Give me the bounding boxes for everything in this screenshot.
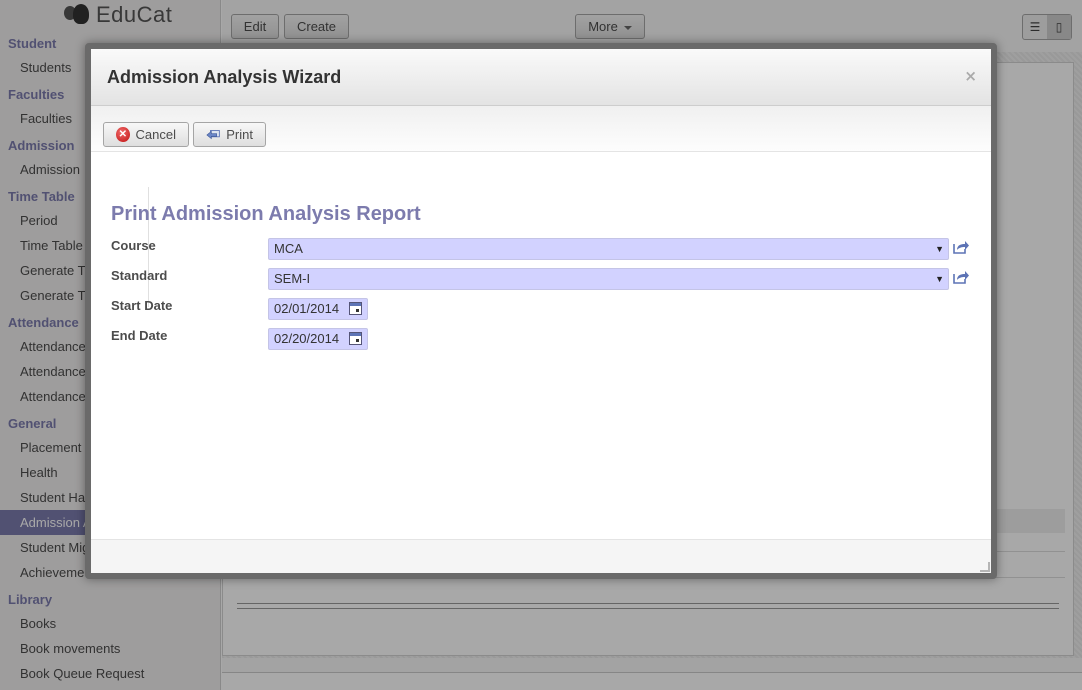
form-title: Print Admission Analysis Report [111, 203, 421, 225]
field-row-start-date: Start Date 02/01/2014 [111, 294, 981, 324]
external-link-icon[interactable] [953, 270, 969, 284]
dialog-toolbar: ✕ Cancel Print [91, 106, 991, 152]
start-date-label: Start Date [111, 298, 173, 313]
external-link-icon[interactable] [953, 240, 969, 254]
calendar-icon[interactable] [349, 302, 362, 315]
dropdown-arrow-icon: ▼ [935, 274, 944, 284]
cancel-icon: ✕ [116, 127, 130, 142]
field-row-course: Course MCA ▼ [111, 234, 981, 264]
dialog-footer [91, 539, 991, 573]
wizard-form: Print Admission Analysis Report Course M… [111, 203, 981, 354]
course-select[interactable]: MCA ▼ [268, 238, 949, 260]
print-arrow-icon [206, 129, 220, 139]
end-date-input[interactable]: 02/20/2014 [268, 328, 368, 350]
standard-label: Standard [111, 268, 168, 283]
field-row-standard: Standard SEM-I ▼ [111, 264, 981, 294]
cancel-button[interactable]: ✕ Cancel [103, 122, 189, 147]
start-date-input[interactable]: 02/01/2014 [268, 298, 368, 320]
dialog-title: Admission Analysis Wizard [107, 67, 342, 87]
close-icon[interactable]: × [964, 67, 977, 85]
cancel-label: Cancel [135, 127, 176, 142]
end-date-value: 02/20/2014 [274, 331, 340, 346]
dropdown-arrow-icon: ▼ [935, 244, 944, 254]
resize-handle-icon[interactable] [980, 562, 990, 572]
print-button[interactable]: Print [193, 122, 266, 147]
dialog-titlebar[interactable]: Admission Analysis Wizard × [91, 49, 991, 106]
calendar-icon[interactable] [349, 332, 362, 345]
print-label: Print [226, 127, 253, 142]
field-row-end-date: End Date 02/20/2014 [111, 324, 981, 354]
end-date-label: End Date [111, 328, 168, 343]
course-label: Course [111, 238, 156, 253]
standard-select[interactable]: SEM-I ▼ [268, 268, 949, 290]
course-value: MCA [274, 241, 303, 256]
standard-value: SEM-I [274, 271, 311, 286]
start-date-value: 02/01/2014 [274, 301, 340, 316]
